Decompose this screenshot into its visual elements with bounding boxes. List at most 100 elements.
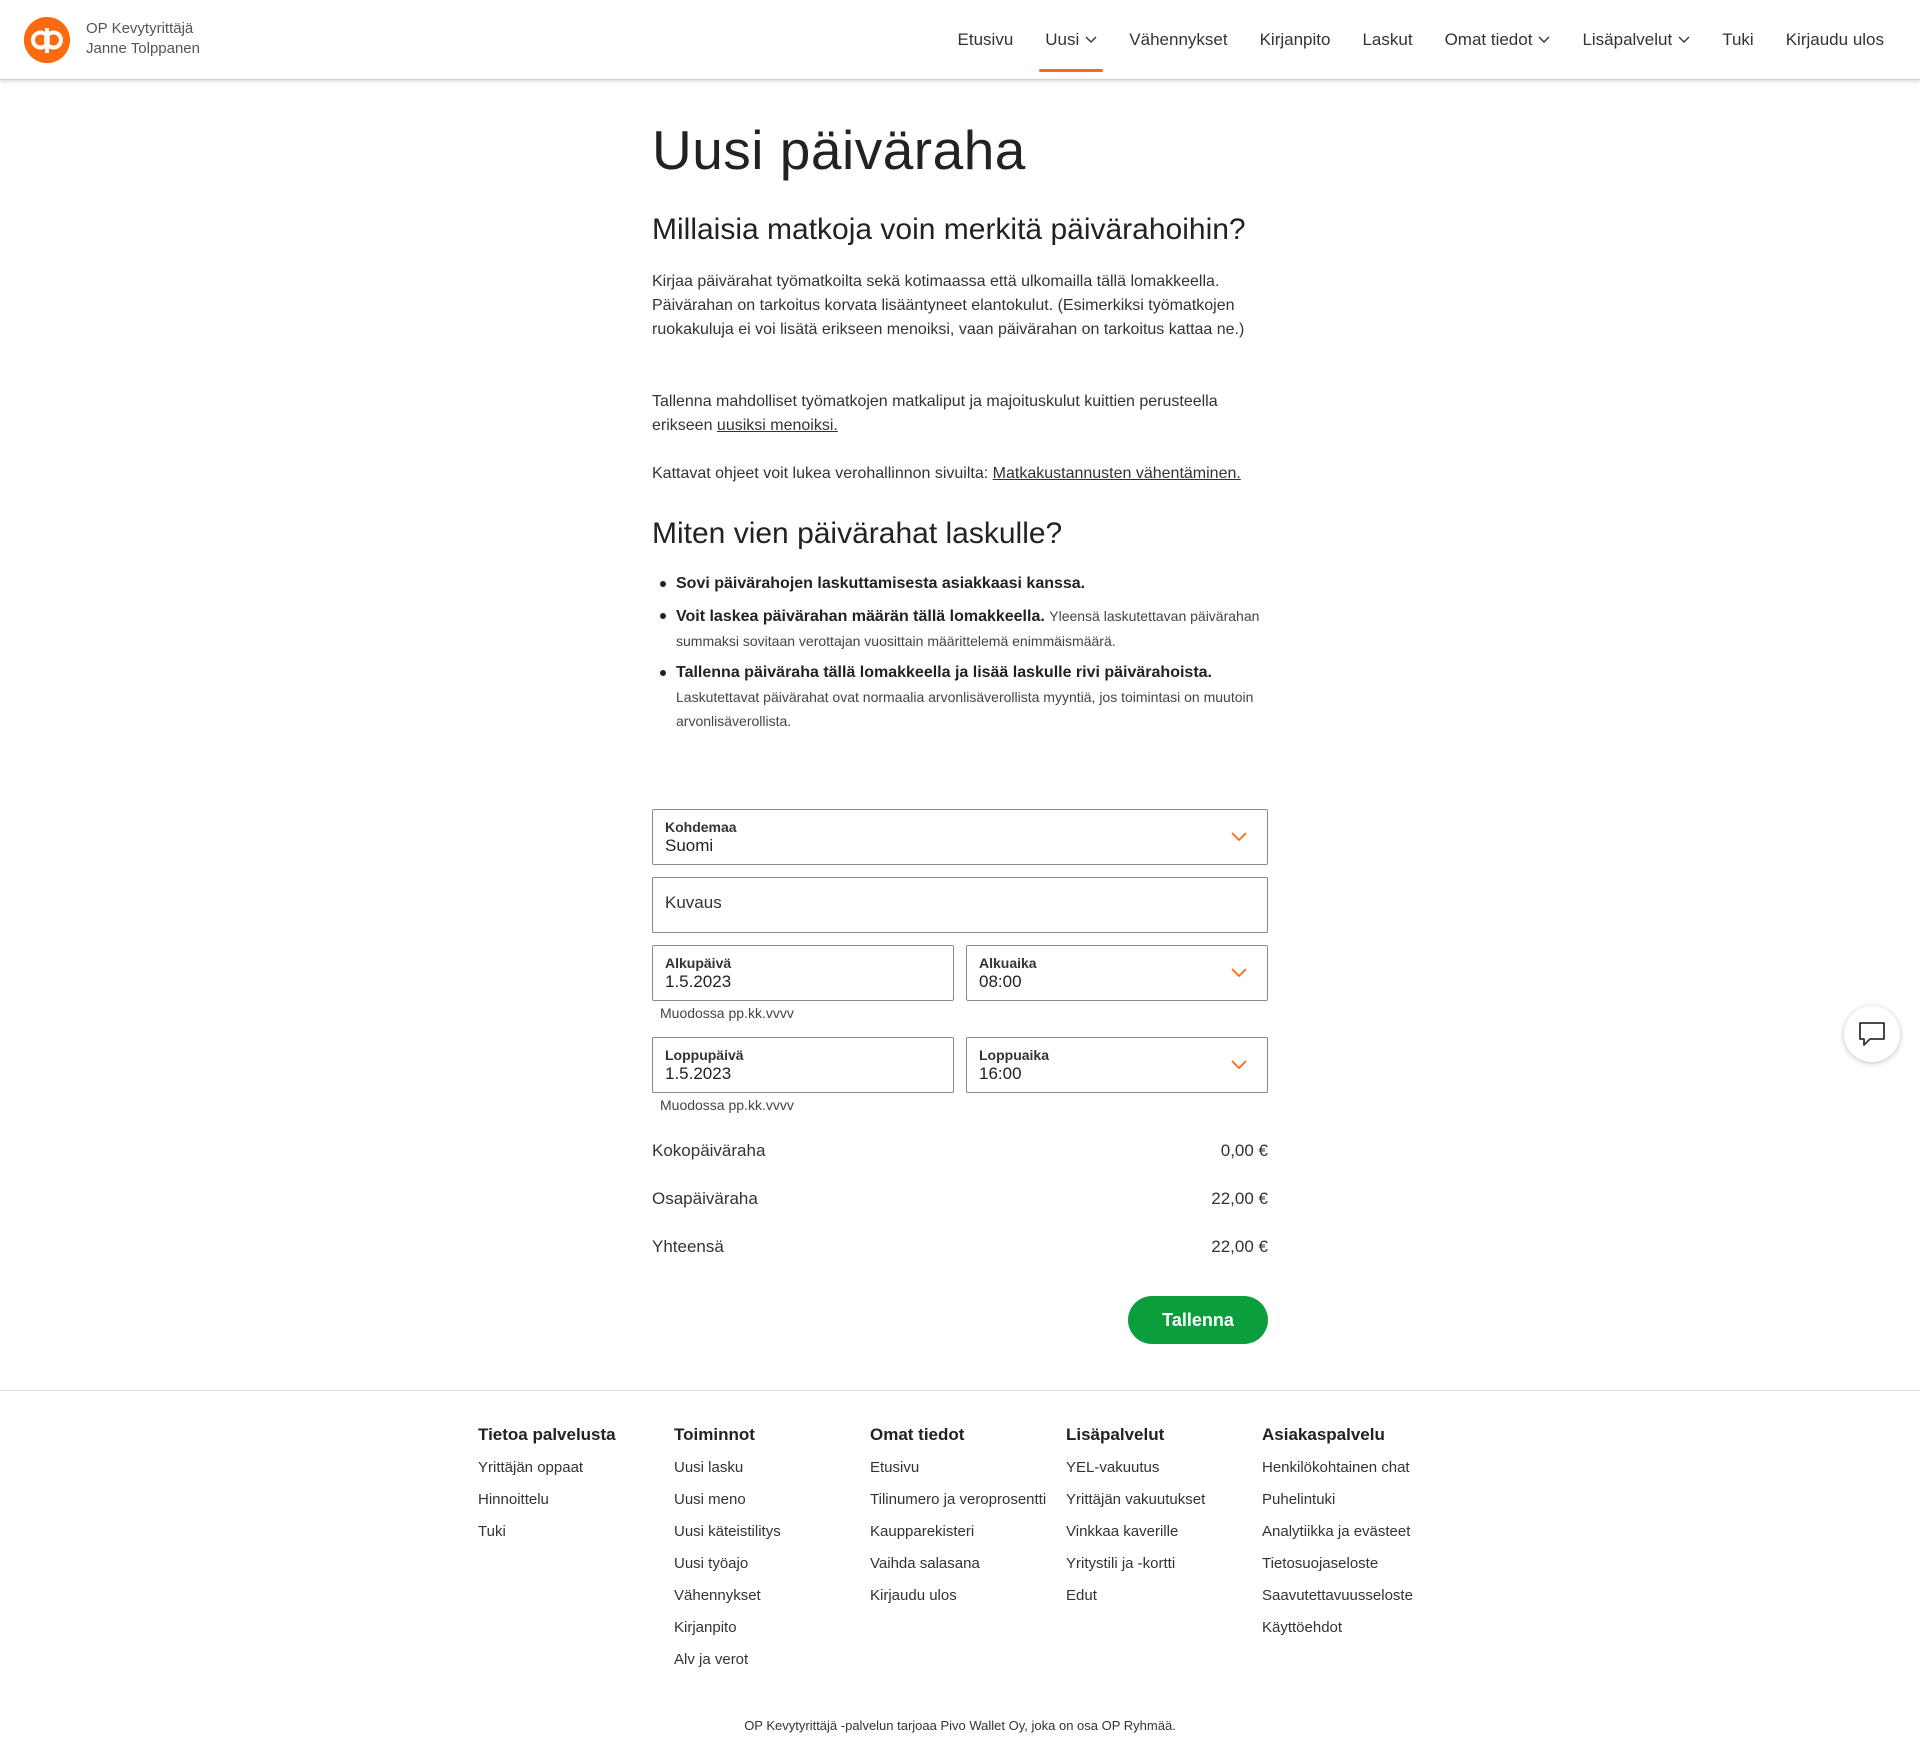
footer-link[interactable]: Edut <box>1066 1580 1205 1612</box>
footer-link[interactable]: Tuki <box>478 1516 616 1548</box>
footer-link[interactable]: Tilinumero ja veroprosentti <box>870 1484 1046 1516</box>
footer-link[interactable]: Uusi työajo <box>674 1548 781 1580</box>
chevron-down-icon <box>1085 36 1097 43</box>
list-item: Tallenna päiväraha tällä lomakkeella ja … <box>652 661 1268 733</box>
footer-link[interactable]: Vähennykset <box>674 1580 781 1612</box>
footer-col-title: Lisäpalvelut <box>1066 1425 1165 1444</box>
footer-col-title: Omat tiedot <box>870 1425 965 1444</box>
partial-allowance-label: Osapäiväraha <box>652 1189 758 1208</box>
page-title: Uusi päiväraha <box>652 119 1026 181</box>
footer-link[interactable]: Analytiikka ja evästeet <box>1262 1516 1413 1548</box>
op-logo[interactable] <box>24 17 70 63</box>
main-content: Uusi päiväraha Millaisia matkoja voin me… <box>652 110 1268 729</box>
start-time-value: 08:00 <box>979 972 1022 991</box>
bullet-strong: Voit laskea päivärahan määrän tällä loma… <box>676 608 1045 625</box>
nav-uusi[interactable]: Uusi <box>1029 0 1113 80</box>
end-date-input[interactable]: Loppupäivä 1.5.2023 <box>652 1037 954 1093</box>
total-value: 22,00 € <box>1211 1237 1268 1256</box>
footer-link[interactable]: Saavutettavuusseloste <box>1262 1580 1413 1612</box>
user-name: Janne Tolppanen <box>86 40 200 57</box>
end-date-label: Loppupäivä <box>665 1047 744 1063</box>
footer-link[interactable]: Kirjanpito <box>674 1612 781 1644</box>
footer-col-title: Asiakaspalvelu <box>1262 1425 1385 1444</box>
section-title-invoice: Miten vien päivärahat laskulle? <box>652 517 1063 550</box>
section-title-trips: Millaisia matkoja voin merkitä päiväraho… <box>652 213 1246 246</box>
start-date-hint: Muodossa pp.kk.vvvv <box>660 1005 794 1021</box>
nav-omat-tiedot[interactable]: Omat tiedot <box>1429 0 1567 80</box>
new-expenses-link[interactable]: uusiksi menoiksi. <box>717 417 838 434</box>
total-row: Yhteensä 22,00 € <box>652 1237 1268 1267</box>
brand-text: OP Kevytyrittäjä Janne Tolppanen <box>86 19 200 59</box>
footer-link[interactable]: Puhelintuki <box>1262 1484 1413 1516</box>
travel-costs-link[interactable]: Matkakustannusten vähentäminen. <box>993 465 1241 482</box>
partial-allowance-row: Osapäiväraha 22,00 € <box>652 1189 1268 1219</box>
footer-link[interactable]: Käyttöehdot <box>1262 1612 1413 1644</box>
footer-link[interactable]: Uusi lasku <box>674 1452 781 1484</box>
footer-link[interactable]: YEL-vakuutus <box>1066 1452 1205 1484</box>
destination-select[interactable]: Kohdemaa Suomi <box>652 809 1268 865</box>
footer-col-customer-service: Asiakaspalvelu Henkilökohtainen chat Puh… <box>1262 1420 1413 1644</box>
end-date-value: 1.5.2023 <box>665 1064 732 1083</box>
footer-link[interactable]: Uusi käteistilitys <box>674 1516 781 1548</box>
list-item: Voit laskea päivärahan määrän tällä loma… <box>652 604 1268 653</box>
nav-lisapalvelut[interactable]: Lisäpalvelut <box>1566 0 1706 80</box>
nav-kirjanpito[interactable]: Kirjanpito <box>1244 0 1347 80</box>
tax-info-text: Kattavat ohjeet voit lukea verohallinnon… <box>652 465 993 482</box>
footer-note: OP Kevytyrittäjä -palvelun tarjoaa Pivo … <box>744 1718 1176 1733</box>
nav-kirjaudu-ulos[interactable]: Kirjaudu ulos <box>1770 0 1900 80</box>
chat-button[interactable] <box>1844 1006 1900 1062</box>
footer-link[interactable]: Kaupparekisteri <box>870 1516 1046 1548</box>
footer-link[interactable]: Kirjaudu ulos <box>870 1580 1046 1612</box>
receipts-paragraph: Tallenna mahdolliset työmatkojen matkali… <box>652 390 1268 438</box>
start-time-label: Alkuaika <box>979 955 1037 971</box>
chevron-down-icon <box>1231 832 1247 842</box>
full-allowance-value: 0,00 € <box>1220 1141 1268 1160</box>
instructions-list: Sovi päivärahojen laskuttamisesta asiakk… <box>652 572 1268 733</box>
footer-link[interactable]: Alv ja verot <box>674 1644 781 1676</box>
description-placeholder: Kuvaus <box>665 893 722 912</box>
description-input[interactable]: Kuvaus <box>652 877 1268 933</box>
footer-link[interactable]: Yrittäjän vakuutukset <box>1066 1484 1205 1516</box>
footer-link[interactable]: Vinkkaa kaverille <box>1066 1516 1205 1548</box>
footer-link[interactable]: Uusi meno <box>674 1484 781 1516</box>
footer-link[interactable]: Henkilökohtainen chat <box>1262 1452 1413 1484</box>
nav-laskut[interactable]: Laskut <box>1346 0 1428 80</box>
brand-name: OP Kevytyrittäjä <box>86 20 194 37</box>
footer-link[interactable]: Etusivu <box>870 1452 1046 1484</box>
end-time-value: 16:00 <box>979 1064 1022 1083</box>
main-nav: Etusivu Uusi Vähennykset Kirjanpito Lask… <box>942 0 1900 80</box>
end-time-select[interactable]: Loppuaika 16:00 <box>966 1037 1268 1093</box>
list-item: Sovi päivärahojen laskuttamisesta asiakk… <box>652 572 1268 596</box>
start-time-select[interactable]: Alkuaika 08:00 <box>966 945 1268 1001</box>
end-date-hint: Muodossa pp.kk.vvvv <box>660 1097 794 1113</box>
footer-col-own-info: Omat tiedot Etusivu Tilinumero ja veropr… <box>870 1420 1046 1612</box>
start-date-label: Alkupäivä <box>665 955 732 971</box>
footer-link[interactable]: Yrittäjän oppaat <box>478 1452 616 1484</box>
destination-value: Suomi <box>665 836 714 855</box>
intro-paragraph: Kirjaa päivärahat työmatkoilta sekä koti… <box>652 273 1245 338</box>
nav-etusivu[interactable]: Etusivu <box>942 0 1030 80</box>
footer-divider <box>0 1390 1920 1391</box>
bullet-detail: Laskutettavat päivärahat ovat normaalia … <box>676 689 1254 729</box>
footer-link[interactable]: Vaihda salasana <box>870 1548 1046 1580</box>
total-label: Yhteensä <box>652 1237 724 1256</box>
bullet-strong: Sovi päivärahojen laskuttamisesta asiakk… <box>676 575 1086 592</box>
save-button[interactable]: Tallenna <box>1128 1296 1268 1344</box>
footer-col-extra-services: Lisäpalvelut YEL-vakuutus Yrittäjän vaku… <box>1066 1420 1205 1612</box>
bullet-strong: Tallenna päiväraha tällä lomakkeella ja … <box>676 664 1212 681</box>
top-header: OP Kevytyrittäjä Janne Tolppanen Etusivu… <box>0 0 1920 80</box>
tax-info-paragraph: Kattavat ohjeet voit lukea verohallinnon… <box>652 462 1268 486</box>
chevron-down-icon <box>1231 1060 1247 1070</box>
footer-link[interactable]: Yritystili ja -kortti <box>1066 1548 1205 1580</box>
start-date-value: 1.5.2023 <box>665 972 732 991</box>
footer-link[interactable]: Hinnoittelu <box>478 1484 616 1516</box>
footer-link[interactable]: Tietosuojaseloste <box>1262 1548 1413 1580</box>
start-date-input[interactable]: Alkupäivä 1.5.2023 <box>652 945 954 1001</box>
nav-tuki[interactable]: Tuki <box>1706 0 1770 80</box>
footer-col-title: Toiminnot <box>674 1425 755 1444</box>
footer-col-actions: Toiminnot Uusi lasku Uusi meno Uusi käte… <box>674 1420 781 1676</box>
nav-vahennykset[interactable]: Vähennykset <box>1113 0 1243 80</box>
footer-col-service: Tietoa palvelusta Yrittäjän oppaat Hinno… <box>478 1420 616 1548</box>
chat-bubble-icon <box>1859 1022 1885 1046</box>
full-allowance-label: Kokopäiväraha <box>652 1141 766 1160</box>
